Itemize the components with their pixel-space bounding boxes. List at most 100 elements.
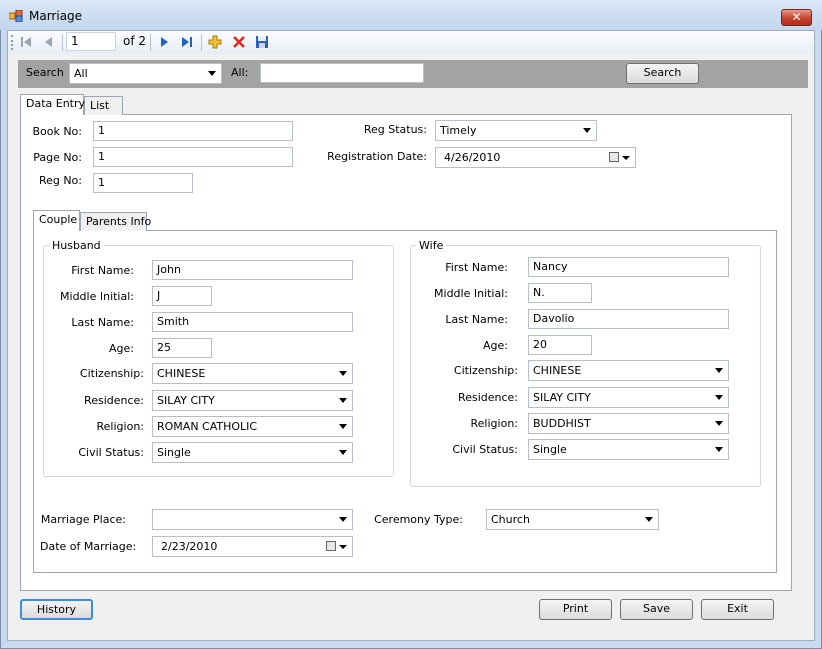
chevron-down-icon	[715, 395, 723, 400]
husband-last-name-input[interactable]: Smith	[152, 312, 353, 332]
calendar-icon	[609, 152, 619, 162]
save-button[interactable]: Save	[620, 599, 693, 620]
book-no-input[interactable]: 1	[93, 121, 293, 141]
tab-data-entry[interactable]: Data Entry	[20, 94, 85, 115]
tab-list[interactable]: List	[84, 96, 123, 115]
all-label: All:	[231, 66, 249, 79]
wife-last-name-input[interactable]: Davolio	[528, 309, 729, 329]
husband-civil-status-value: Single	[157, 446, 191, 459]
husband-citizenship-label: Citizenship:	[79, 367, 144, 380]
reg-no-input[interactable]: 1	[93, 173, 193, 193]
husband-first-name-input[interactable]: John	[152, 260, 353, 280]
husband-middle-initial-input[interactable]: J	[152, 286, 212, 306]
search-field-combo[interactable]: All	[69, 63, 222, 84]
last-record-icon[interactable]	[180, 35, 194, 49]
print-button[interactable]: Print	[539, 599, 612, 620]
chevron-down-icon	[208, 71, 216, 76]
ceremony-type-combo[interactable]: Church	[486, 509, 659, 530]
tab-couple[interactable]: Couple	[33, 210, 80, 231]
toolbar-separator	[62, 34, 63, 51]
toolbar-separator	[201, 34, 202, 51]
add-icon[interactable]	[208, 35, 222, 49]
tab-parents-info[interactable]: Parents Info	[80, 212, 151, 231]
husband-first-name-label: First Name:	[71, 264, 134, 277]
chevron-down-icon	[715, 421, 723, 426]
wife-group-title: Wife	[416, 239, 447, 252]
wife-age-label: Age:	[483, 339, 508, 352]
wife-age-input[interactable]: 20	[528, 335, 592, 355]
wife-residence-combo[interactable]: SILAY CITY	[528, 387, 729, 408]
marriage-place-combo[interactable]	[152, 509, 353, 530]
next-record-icon[interactable]	[157, 35, 171, 49]
husband-middle-initial-label: Middle Initial:	[60, 290, 134, 303]
registration-date-value: 4/26/2010	[444, 151, 501, 164]
date-of-marriage-value: 2/23/2010	[161, 540, 218, 553]
close-button[interactable]: ✕	[781, 9, 812, 26]
chevron-down-icon	[339, 450, 347, 455]
wife-religion-combo[interactable]: BUDDHIST	[528, 413, 729, 434]
wife-citizenship-value: CHINESE	[533, 364, 582, 377]
chevron-down-icon	[339, 371, 347, 376]
chevron-down-icon	[339, 517, 347, 522]
wife-middle-initial-input[interactable]: N.	[528, 283, 592, 303]
wife-civil-status-label: Civil Status:	[452, 443, 518, 456]
wife-last-name-label: Last Name:	[445, 313, 508, 326]
husband-civil-status-combo[interactable]: Single	[152, 442, 353, 463]
registration-date-picker[interactable]: 4/26/2010	[435, 147, 636, 168]
marriage-place-label: Marriage Place:	[40, 513, 126, 526]
close-icon: ✕	[791, 10, 802, 24]
position-item-input[interactable]: 1	[66, 32, 116, 51]
search-input[interactable]	[260, 63, 424, 83]
chevron-down-icon	[715, 447, 723, 452]
chevron-down-icon	[339, 424, 347, 429]
toolbar-grip	[11, 35, 15, 50]
chevron-down-icon	[622, 156, 630, 160]
chevron-down-icon	[339, 398, 347, 403]
search-label: Search	[26, 66, 64, 79]
reg-status-combo[interactable]: Timely	[435, 120, 597, 141]
wife-citizenship-combo[interactable]: CHINESE	[528, 360, 729, 381]
husband-age-input[interactable]: 25	[152, 338, 212, 358]
reg-status-value: Timely	[440, 124, 477, 137]
count-item-label: of 2	[123, 34, 147, 48]
wife-first-name-label: First Name:	[445, 261, 508, 274]
page-no-label: Page No:	[33, 151, 82, 164]
husband-religion-value: ROMAN CATHOLIC	[157, 420, 258, 433]
first-record-icon[interactable]	[19, 35, 33, 49]
search-button[interactable]: Search	[626, 63, 699, 84]
wife-middle-initial-label: Middle Initial:	[434, 287, 508, 300]
exit-button[interactable]: Exit	[701, 599, 774, 620]
save-icon[interactable]	[255, 35, 269, 49]
husband-residence-label: Residence:	[84, 394, 144, 407]
husband-residence-value: SILAY CITY	[157, 394, 215, 407]
husband-citizenship-combo[interactable]: CHINESE	[152, 363, 353, 384]
chevron-down-icon	[339, 545, 347, 549]
reg-no-label: Reg No:	[38, 174, 82, 187]
ceremony-type-label: Ceremony Type:	[374, 513, 463, 526]
page-no-input[interactable]: 1	[93, 147, 293, 167]
chevron-down-icon	[645, 517, 653, 522]
toolbar-separator	[150, 34, 151, 51]
search-field-value: All	[74, 67, 88, 80]
delete-icon[interactable]	[232, 35, 246, 49]
ceremony-type-value: Church	[491, 513, 530, 526]
husband-religion-combo[interactable]: ROMAN CATHOLIC	[152, 416, 353, 437]
wife-first-name-input[interactable]: Nancy	[528, 257, 729, 277]
title-bar[interactable]	[0, 0, 822, 30]
wife-civil-status-combo[interactable]: Single	[528, 439, 729, 460]
reg-status-label: Reg Status:	[363, 123, 427, 136]
app-icon	[9, 10, 23, 22]
wife-citizenship-label: Citizenship:	[453, 364, 518, 377]
previous-record-icon[interactable]	[42, 35, 56, 49]
husband-group-title: Husband	[49, 239, 104, 252]
husband-last-name-label: Last Name:	[71, 316, 134, 329]
date-of-marriage-label: Date of Marriage:	[40, 540, 137, 553]
wife-residence-label: Residence:	[458, 391, 518, 404]
wife-religion-label: Religion:	[470, 417, 518, 430]
husband-religion-label: Religion:	[96, 420, 144, 433]
wife-residence-value: SILAY CITY	[533, 391, 591, 404]
date-of-marriage-picker[interactable]: 2/23/2010	[152, 536, 353, 557]
history-button[interactable]: History	[20, 599, 93, 620]
husband-residence-combo[interactable]: SILAY CITY	[152, 390, 353, 411]
registration-date-label: Registration Date:	[327, 150, 427, 163]
